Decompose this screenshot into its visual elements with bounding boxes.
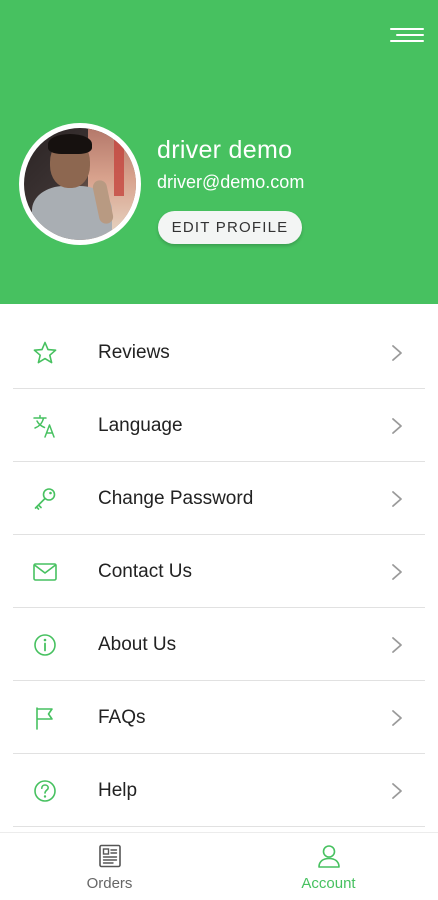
account-screen: driver demo driver@demo.com EDIT PROFILE… [0,0,438,900]
profile-email: driver@demo.com [157,172,305,192]
tab-orders[interactable]: Orders [0,833,219,900]
help-icon [34,780,56,802]
profile-header: driver demo driver@demo.com EDIT PROFILE [0,0,438,304]
bottom-nav: Orders Account [0,832,438,900]
info-icon [34,634,56,656]
chevron-right-icon [392,710,402,726]
chevron-right-icon [392,564,402,580]
menu-item-label: Contact Us [98,561,192,582]
translate-icon [33,414,55,438]
menu-item-about-us[interactable]: About Us [13,608,425,681]
chevron-right-icon [392,491,402,507]
chevron-right-icon [392,345,402,361]
menu-item-label: Reviews [98,342,170,363]
edit-profile-button[interactable]: EDIT PROFILE [158,211,302,244]
menu-item-help[interactable]: Help [13,754,425,827]
tab-account-label: Account [301,875,356,892]
menu-item-faqs[interactable]: FAQs [13,681,425,754]
flag-icon [36,707,53,730]
mail-icon [33,563,57,581]
menu-item-label: FAQs [98,707,146,728]
tab-orders-label: Orders [86,875,133,892]
chevron-right-icon [392,418,402,434]
menu-item-label: Language [98,415,183,436]
menu-item-label: About Us [98,634,177,655]
key-icon [34,488,56,510]
menu-item-reviews[interactable]: Reviews [13,316,425,389]
menu-item-change-password[interactable]: Change Password [13,462,425,535]
avatar[interactable] [19,123,141,245]
hamburger-menu-icon [390,28,424,30]
star-icon [33,341,57,364]
menu-item-label: Help [98,780,138,801]
menu-item-contact-us[interactable]: Contact Us [13,535,425,608]
chevron-right-icon [392,637,402,653]
menu-item-language[interactable]: Language [13,389,425,462]
account-menu-list: Reviews Language Change Password Contact… [0,316,438,827]
tab-account[interactable]: Account [219,833,438,900]
profile-name: driver demo [157,136,293,164]
account-icon [317,845,340,868]
menu-item-label: Change Password [98,488,254,509]
menu-button[interactable] [388,22,424,48]
chevron-right-icon [392,783,402,799]
user-photo [24,128,136,240]
orders-icon [98,844,121,868]
